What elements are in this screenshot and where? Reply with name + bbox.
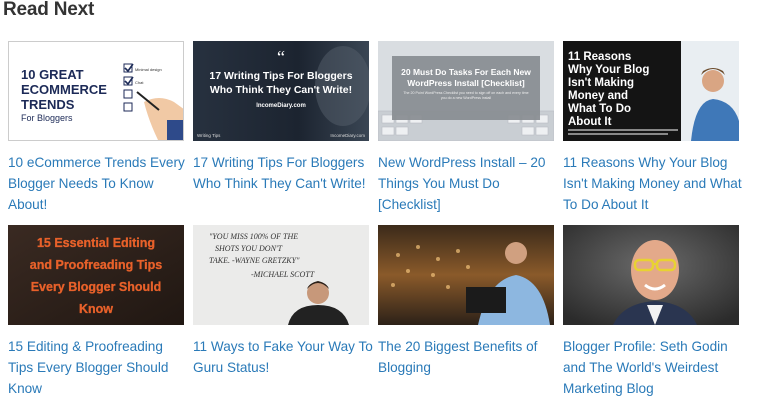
thumb-text: Writing Tips xyxy=(197,133,221,138)
thumb-text: 20 Must Do Tasks For Each New xyxy=(401,67,531,77)
article-title-link[interactable]: 11 Ways to Fake Your Way To Guru Status! xyxy=(193,336,373,378)
thumb-text: Isn't Making xyxy=(568,77,634,89)
thumb-text: TAKE. -WAYNE GRETZKY" xyxy=(209,256,300,265)
article-title-link[interactable]: New WordPress Install – 20 Things You Mu… xyxy=(378,152,558,215)
thumb-text: About It xyxy=(568,116,612,128)
thumb-text: IncomeDiary.com xyxy=(330,133,365,138)
thumb-text: The 20 Point WordPress Checklist you nee… xyxy=(403,91,529,100)
article-thumbnail[interactable]: "YOU MISS 100% OF THE SHOTS YOU DON'T TA… xyxy=(193,225,369,325)
article-thumbnail[interactable]: 11 Reasons Why Your Blog Isn't Making Mo… xyxy=(563,41,739,141)
section-heading: Read Next xyxy=(3,0,95,20)
thumb-text: Money and xyxy=(568,90,628,102)
thumb-text: Know xyxy=(79,302,113,316)
article-title-link[interactable]: 11 Reasons Why Your Blog Isn't Making Mo… xyxy=(563,152,743,215)
thumb-text: WordPress Install [Checklist] xyxy=(407,78,525,88)
thumb-text: For Bloggers xyxy=(21,113,73,123)
article-thumbnail[interactable]: 20 Must Do Tasks For Each New WordPress … xyxy=(378,41,554,141)
thumb-text: and Proofreading Tips xyxy=(30,258,162,272)
thumb-text: What To Do xyxy=(568,103,631,115)
article-title-link[interactable]: 15 Editing & Proofreading Tips Every Blo… xyxy=(8,336,188,399)
thumb-text: -MICHAEL SCOTT xyxy=(251,270,315,279)
thumb-text: Who Think They Can't Write! xyxy=(210,84,352,96)
thumb-text: Chat xyxy=(135,80,144,85)
article-thumbnail[interactable] xyxy=(378,225,554,325)
thumb-text: IncomeDiary.com xyxy=(256,103,306,109)
article-title-link[interactable]: Blogger Profile: Seth Godin and The Worl… xyxy=(563,336,743,399)
thumb-text: 10 GREAT xyxy=(21,67,84,82)
article-thumbnail[interactable]: “ 17 Writing Tips For Bloggers Who Think… xyxy=(193,41,369,141)
thumb-text: TRENDS xyxy=(21,97,75,112)
quote-icon: “ xyxy=(277,47,285,67)
article-title-link[interactable]: 10 eCommerce Trends Every Blogger Needs … xyxy=(8,152,188,215)
article-thumbnail[interactable]: 10 GREAT ECOMMERCE TRENDS For Bloggers M… xyxy=(8,41,184,141)
thumb-text: 11 Reasons xyxy=(568,51,631,63)
thumb-text: 15 Essential Editing xyxy=(37,236,155,250)
article-thumbnail[interactable]: 15 Essential Editing and Proofreading Ti… xyxy=(8,225,184,325)
thumb-text: Why Your Blog xyxy=(568,64,649,76)
thumb-text: ECOMMERCE xyxy=(21,82,107,97)
article-thumbnail[interactable] xyxy=(563,225,739,325)
thumb-text: Every Blogger Should xyxy=(31,280,162,294)
thumb-text: SHOTS YOU DON'T xyxy=(215,244,283,253)
article-title-link[interactable]: 17 Writing Tips For Bloggers Who Think T… xyxy=(193,152,373,194)
thumb-text: "YOU MISS 100% OF THE xyxy=(209,232,298,241)
thumb-text: 17 Writing Tips For Bloggers xyxy=(209,70,352,82)
thumb-text: Minimal design xyxy=(135,67,162,72)
article-title-link[interactable]: The 20 Biggest Benefits of Blogging xyxy=(378,336,558,378)
